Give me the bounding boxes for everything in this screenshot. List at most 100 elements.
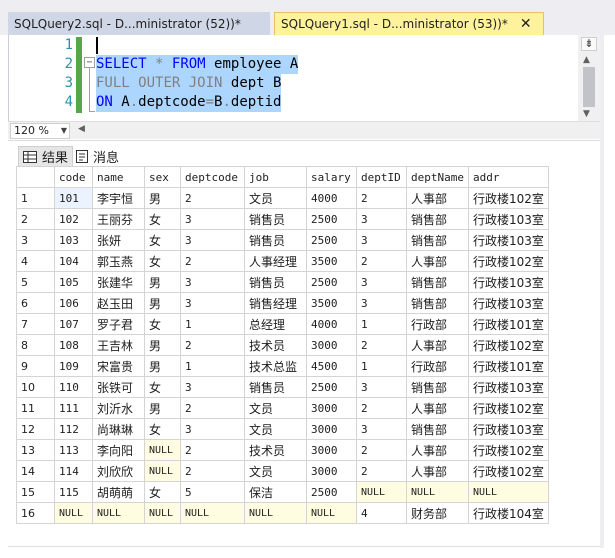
grid-cell[interactable]: 行政楼101室	[468, 313, 549, 335]
table-row[interactable]: 3 103 张妍女 3 销售员 2500 3 销售部 行政楼103室	[16, 229, 549, 251]
split-editor-icon[interactable]: ⇟	[581, 37, 597, 51]
grid-cell[interactable]: 行政楼103室	[468, 418, 549, 440]
sql-editor[interactable]: 1 2 3 4 − SELECT * FROM employee A FULL O…	[8, 35, 600, 121]
grid-cell[interactable]: 销售部	[406, 376, 469, 398]
grid-cell[interactable]: 销售部	[406, 292, 469, 314]
grid-cell[interactable]: 罗子君	[92, 313, 145, 335]
grid-cell[interactable]: 行政楼102室	[468, 187, 549, 209]
grid-cell[interactable]: 109	[54, 355, 93, 377]
grid-cell[interactable]: 3	[356, 208, 407, 230]
grid-cell[interactable]: 销售员	[244, 376, 307, 398]
grid-cell[interactable]: NULL	[306, 502, 357, 524]
table-row[interactable]: 9 109 宋富贵男 1 技术总监 4500 1 行政部 行政楼101室	[16, 355, 549, 377]
grid-cell[interactable]: 2	[180, 250, 245, 272]
grid-cell[interactable]: 人事部	[406, 397, 469, 419]
grid-cell[interactable]: 王吉林	[92, 334, 145, 356]
grid-cell[interactable]: 销售员	[244, 208, 307, 230]
grid-cell[interactable]: 男	[144, 397, 181, 419]
grid-cell[interactable]: 1	[356, 355, 407, 377]
grid-corner[interactable]	[16, 166, 55, 188]
table-row[interactable]: 13 113 李向阳 NULL 2 技术员 3000 2 人事部 行政楼102室	[16, 439, 549, 461]
row-number[interactable]: 2	[16, 208, 55, 230]
row-number[interactable]: 9	[16, 355, 55, 377]
grid-cell[interactable]: 102	[54, 208, 93, 230]
grid-cell[interactable]: 李向阳	[92, 439, 145, 461]
grid-cell[interactable]: 女	[144, 208, 181, 230]
grid-cell[interactable]: 行政楼102室	[468, 397, 549, 419]
table-row[interactable]: 6 106 赵玉田男 3 销售经理 3500 3 销售部 行政楼103室	[16, 292, 549, 314]
row-number[interactable]: 14	[16, 460, 55, 482]
scroll-down-icon[interactable]: ▼	[583, 109, 590, 119]
grid-cell[interactable]: 宋富贵	[92, 355, 145, 377]
grid-cell[interactable]: 1	[180, 355, 245, 377]
grid-cell[interactable]: 3000	[306, 418, 357, 440]
grid-cell[interactable]: 张铁可	[92, 376, 145, 398]
grid-cell[interactable]: 2500	[306, 271, 357, 293]
grid-cell[interactable]: 3	[180, 229, 245, 251]
row-number[interactable]: 7	[16, 313, 55, 335]
column-header[interactable]: sex	[144, 166, 181, 188]
scroll-left-icon[interactable]: ◀	[78, 124, 85, 134]
grid-cell[interactable]: 2	[180, 334, 245, 356]
grid-cell[interactable]: 4500	[306, 355, 357, 377]
grid-cell[interactable]: 行政楼103室	[468, 208, 549, 230]
grid-cell[interactable]: 男	[144, 292, 181, 314]
row-number[interactable]: 3	[16, 229, 55, 251]
grid-cell[interactable]: 文员	[244, 460, 307, 482]
grid-cell[interactable]: 103	[54, 229, 93, 251]
grid-cell[interactable]: 107	[54, 313, 93, 335]
grid-cell[interactable]: 106	[54, 292, 93, 314]
grid-cell[interactable]: 人事部	[406, 460, 469, 482]
grid-cell[interactable]: 3500	[306, 292, 357, 314]
row-number[interactable]: 6	[16, 292, 55, 314]
grid-cell[interactable]: 女	[144, 481, 181, 503]
grid-cell[interactable]: 3	[356, 292, 407, 314]
grid-cell[interactable]: 技术员	[244, 334, 307, 356]
row-number[interactable]: 8	[16, 334, 55, 356]
grid-cell[interactable]: NULL	[144, 439, 181, 461]
grid-cell[interactable]: NULL	[244, 502, 307, 524]
row-number[interactable]: 11	[16, 397, 55, 419]
grid-cell[interactable]: 2500	[306, 376, 357, 398]
grid-cell[interactable]: 113	[54, 439, 93, 461]
scroll-up-icon[interactable]: ▲	[583, 55, 590, 65]
grid-cell[interactable]: 刘欣欣	[92, 460, 145, 482]
grid-cell[interactable]: 保洁	[244, 481, 307, 503]
grid-cell[interactable]: 行政楼102室	[468, 250, 549, 272]
grid-cell[interactable]: 3	[356, 271, 407, 293]
grid-cell[interactable]: 2500	[306, 229, 357, 251]
grid-cell[interactable]: 张建华	[92, 271, 145, 293]
column-header[interactable]: deptName	[406, 166, 469, 188]
grid-cell[interactable]: 人事部	[406, 187, 469, 209]
grid-cell[interactable]: NULL	[468, 481, 549, 503]
grid-cell[interactable]: 女	[144, 418, 181, 440]
zoom-select[interactable]: 120 % ▼	[10, 123, 70, 139]
grid-cell[interactable]: 郭玉燕	[92, 250, 145, 272]
grid-cell[interactable]: 2	[180, 397, 245, 419]
grid-cell[interactable]: 111	[54, 397, 93, 419]
row-number[interactable]: 1	[16, 187, 55, 209]
grid-cell[interactable]: 2500	[306, 208, 357, 230]
row-number[interactable]: 10	[16, 376, 55, 398]
grid-cell[interactable]: 刘沂水	[92, 397, 145, 419]
table-row[interactable]: 8 108 王吉林男 2 技术员 3000 2 人事部 行政楼102室	[16, 334, 549, 356]
column-header[interactable]: code	[54, 166, 93, 188]
grid-cell[interactable]: 3	[356, 376, 407, 398]
grid-cell[interactable]: NULL	[92, 502, 145, 524]
grid-cell[interactable]: 3	[180, 208, 245, 230]
collapse-icon[interactable]: −	[84, 57, 95, 68]
grid-cell[interactable]: NULL	[144, 460, 181, 482]
grid-cell[interactable]: 3000	[306, 334, 357, 356]
grid-cell[interactable]: 5	[180, 481, 245, 503]
grid-cell[interactable]: 人事部	[406, 250, 469, 272]
grid-cell[interactable]: 人事部	[406, 439, 469, 461]
grid-cell[interactable]: 文员	[244, 418, 307, 440]
table-row[interactable]: 11 111 刘沂水男 2 文员 3000 2 人事部 行政楼102室	[16, 397, 549, 419]
table-row[interactable]: 2 102 王丽芬女 3 销售员 2500 3 销售部 行政楼103室	[16, 208, 549, 230]
grid-cell[interactable]: 男	[144, 187, 181, 209]
grid-cell[interactable]: 1	[180, 313, 245, 335]
grid-cell[interactable]: 女	[144, 376, 181, 398]
table-row[interactable]: 15 115 胡萌萌女 5 保洁 2500 NULL NULL NULL	[16, 481, 549, 503]
grid-cell[interactable]: 110	[54, 376, 93, 398]
grid-cell[interactable]: 行政楼103室	[468, 376, 549, 398]
